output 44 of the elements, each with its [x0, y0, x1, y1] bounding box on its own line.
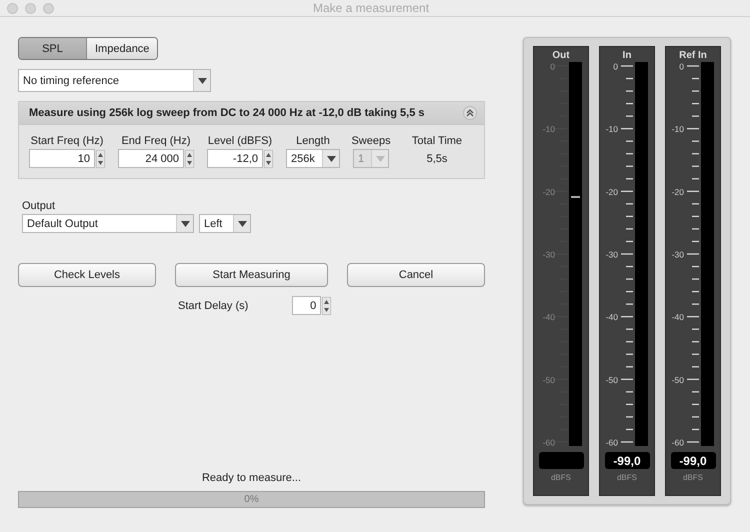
meter-name: Out — [552, 50, 570, 62]
meter-readout: -99,0 — [670, 452, 716, 469]
action-button[interactable]: Cancel — [347, 263, 485, 287]
start-delay-label: Start Delay (s) — [178, 300, 248, 312]
field-label: Length — [296, 135, 330, 147]
meter-unit: dBFS — [550, 473, 571, 482]
stepper-icon[interactable] — [322, 296, 332, 314]
meter-name: Ref In — [679, 50, 707, 62]
status-text: Ready to measure... — [202, 472, 302, 484]
meter-scale: 0 -10 -20 -30 -40 -50 -60 — [534, 62, 569, 446]
window-title: Make a measurement — [313, 1, 430, 15]
output-label: Output — [21, 200, 56, 212]
caret-icon — [238, 220, 246, 226]
meter-scale: 0 -10 -20 -30 -40 -50 -60 — [600, 62, 635, 446]
meter-unit: dBFS — [616, 473, 637, 482]
channel-dropdown[interactable]: Left — [199, 214, 251, 233]
readout-box — [538, 452, 584, 469]
caret-icon — [198, 78, 206, 84]
meter-readout: -99,0 — [604, 452, 650, 469]
stepper-icon[interactable] — [264, 150, 273, 168]
output-device-dropdown[interactable]: Default Output — [22, 214, 194, 233]
select-dropdown[interactable]: 256k — [286, 149, 340, 168]
stepper-icon[interactable] — [96, 150, 105, 168]
caret-icon — [180, 220, 190, 226]
timing-dropdown[interactable]: No timing reference — [18, 69, 211, 92]
field-label: Sweeps — [351, 135, 391, 147]
field-label: End Freq (Hz) — [121, 135, 191, 147]
field-label: Level (dBFS) — [208, 135, 272, 147]
caret-icon — [326, 156, 336, 162]
sweep-summary: Measure using 256k log sweep from DC to 24 000 Hz at -12,0 dB taking 5,5 s — [29, 107, 425, 119]
mode-tab[interactable]: Impedance — [87, 38, 158, 59]
mode-tab[interactable]: SPL — [19, 38, 87, 59]
total-time-value: 5,5s — [426, 152, 448, 166]
meter-scale: 0 -10 -20 -30 -40 -50 -60 — [666, 62, 701, 446]
field-label: Start Freq (Hz) — [30, 135, 104, 147]
stepper-icon[interactable] — [185, 150, 194, 168]
caret-icon — [376, 156, 384, 162]
progress-bar: 0% — [18, 491, 485, 508]
action-button[interactable]: Start Measuring — [175, 263, 328, 287]
action-button[interactable]: Check Levels — [18, 263, 156, 287]
meter-name: In — [622, 50, 632, 62]
meter-unit: dBFS — [682, 473, 703, 482]
collapse-icon[interactable] — [463, 106, 477, 120]
field-label: Total Time — [412, 135, 462, 147]
